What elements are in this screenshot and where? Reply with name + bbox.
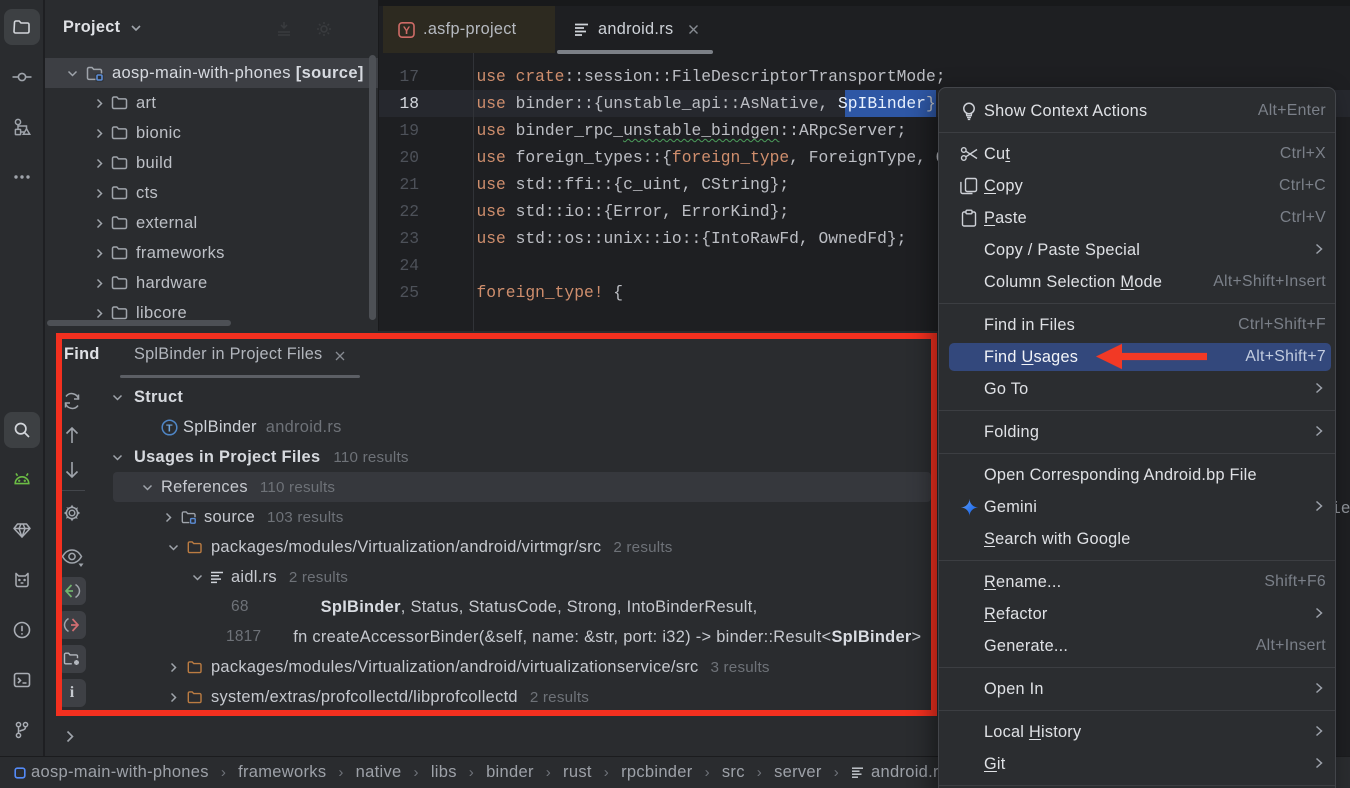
svg-text:Y: Y (403, 25, 411, 37)
